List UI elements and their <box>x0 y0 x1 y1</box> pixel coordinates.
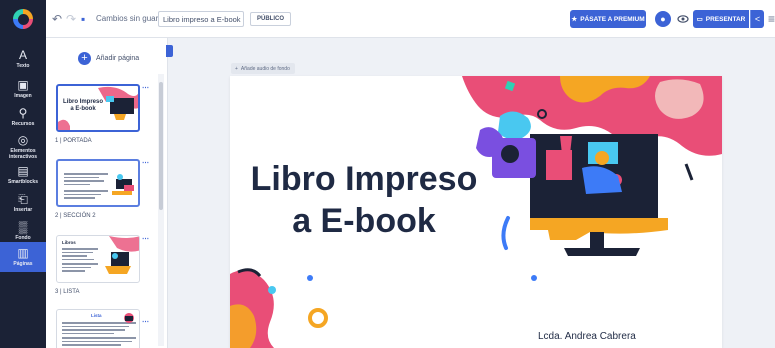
scrollbar-thumb[interactable] <box>159 82 163 210</box>
plus-icon: + <box>235 65 238 72</box>
user-avatar[interactable]: ● <box>655 11 671 27</box>
rail-label: Imagen <box>14 92 32 99</box>
image-icon: ▣ <box>17 77 29 92</box>
redo-icon[interactable]: ↷ <box>66 13 76 25</box>
thumb-artwork <box>105 236 139 274</box>
visibility-badge[interactable]: PÚBLICO <box>250 12 291 26</box>
rail-label: Insertar <box>13 206 33 213</box>
rail-item-insert[interactable]: ⎗ Insertar <box>0 188 46 218</box>
audio-chip-label: Añade audio de fondo <box>240 65 290 72</box>
present-button[interactable]: ▭ PRESENTAR <box>693 10 749 28</box>
thumb-artwork <box>112 174 134 195</box>
add-page-label: Añadir página <box>96 55 140 62</box>
more-menu-icon[interactable]: ≡ <box>768 12 775 26</box>
rail-label: Texto <box>16 62 30 69</box>
share-icon: < <box>754 14 761 24</box>
rail-label: Fondo <box>15 234 31 241</box>
resources-icon: ⚲ <box>18 105 28 120</box>
plus-icon: + <box>78 52 91 65</box>
document-title-input[interactable]: Libro impreso a E-book <box>158 11 244 27</box>
rail-item-text[interactable]: A Texto <box>0 44 46 74</box>
pages-panel: + Añadir página Libro Impreso a E-book ⋯… <box>46 38 168 348</box>
rail-item-pages[interactable]: ▥ Páginas <box>0 242 46 272</box>
rail-label: Páginas <box>13 260 33 267</box>
slide-canvas[interactable]: Libro Impreso a E-book Lcda. Andrea Cabr… <box>230 76 722 348</box>
interactive-icon: ◎ <box>17 133 29 147</box>
page-thumbnail-4[interactable]: Lista <box>56 309 140 348</box>
premium-label: PÁSATE A PREMIUM <box>580 15 645 23</box>
pages-icon: ▥ <box>17 245 29 260</box>
text-icon: A <box>18 47 27 62</box>
star-icon: ★ <box>571 16 578 23</box>
page-label: 1 | PORTADA <box>55 138 92 144</box>
page-label: 2 | SECCIÓN 2 <box>55 213 96 219</box>
tool-rail: A Texto ▣ Imagen ⚲ Recursos ◎ Elementos … <box>0 38 46 348</box>
share-button[interactable]: < <box>750 10 764 28</box>
top-toolbar: ↶ ↷ ▪ Cambios sin guardar Libro impreso … <box>0 0 775 38</box>
page-thumbnail-3[interactable]: Libros <box>56 235 140 283</box>
rail-label: Smartblocks <box>7 178 38 185</box>
present-label: PRESENTAR <box>705 15 746 23</box>
insert-icon: ⎗ <box>18 191 28 206</box>
slide-title[interactable]: Libro Impreso a E-book <box>244 158 484 242</box>
panel-collapse-handle[interactable] <box>166 45 173 57</box>
add-page-button[interactable]: + Añadir página <box>78 52 139 65</box>
rail-item-interactive-elements[interactable]: ◎ Elementos interactivos <box>0 130 46 164</box>
rail-item-image[interactable]: ▣ Imagen <box>0 74 46 104</box>
page-label: 3 | LISTA <box>55 289 80 295</box>
rail-item-smartblocks[interactable]: ▤ Smartblocks <box>0 160 46 190</box>
page-actions-icon[interactable]: ⋯ <box>142 84 149 92</box>
go-premium-button[interactable]: ★ PÁSATE A PREMIUM <box>570 10 646 28</box>
rail-label: Elementos interactivos <box>8 148 38 160</box>
background-icon: ▒ <box>18 219 28 234</box>
page-actions-icon[interactable]: ⋯ <box>142 235 149 243</box>
save-icon[interactable]: ▪ <box>81 13 85 25</box>
rail-item-resources[interactable]: ⚲ Recursos <box>0 102 46 132</box>
user-icon: ● <box>660 14 666 24</box>
page-actions-icon[interactable]: ⋯ <box>142 318 149 326</box>
smartblocks-icon: ▤ <box>17 163 29 178</box>
thumb-artwork <box>124 313 134 323</box>
page-thumbnail-2[interactable] <box>56 159 140 207</box>
add-background-audio-button[interactable]: + Añade audio de fondo <box>231 63 295 74</box>
slide-author[interactable]: Lcda. Andrea Cabrera <box>538 331 636 342</box>
undo-icon[interactable]: ↶ <box>52 13 62 25</box>
logo-icon <box>13 9 33 29</box>
thumb-artwork <box>58 86 138 130</box>
present-icon: ▭ <box>696 16 703 23</box>
page-thumbnail-1[interactable]: Libro Impreso a E-book <box>56 84 140 132</box>
rail-label: Recursos <box>11 120 35 127</box>
app-logo[interactable] <box>0 0 46 38</box>
page-actions-icon[interactable]: ⋯ <box>142 159 149 167</box>
preview-eye-icon[interactable] <box>677 13 689 25</box>
